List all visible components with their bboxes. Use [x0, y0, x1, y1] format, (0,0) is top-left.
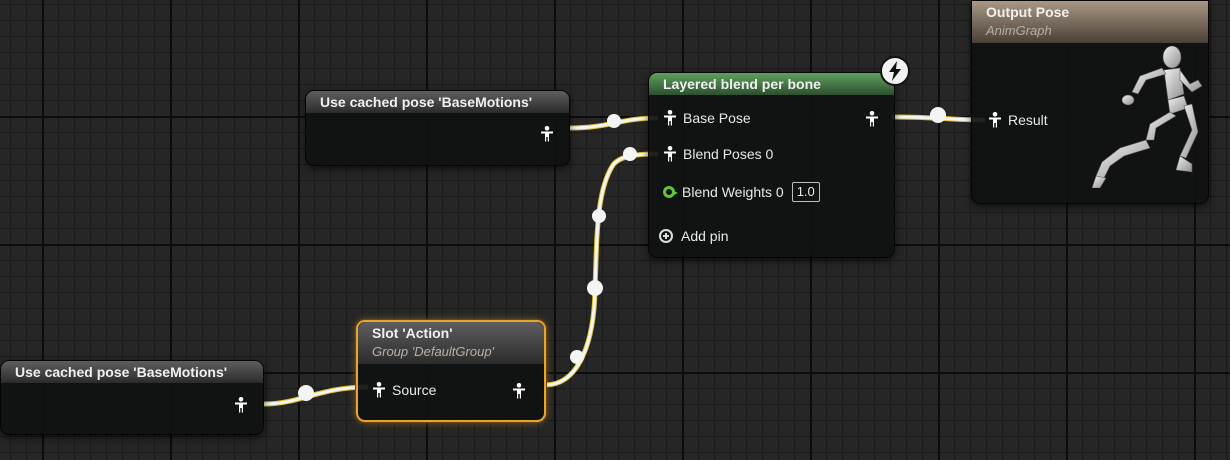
- pose-output-pin-icon[interactable]: [512, 383, 526, 399]
- cached-pose-node-bottom[interactable]: Use cached pose 'BaseMotions': [0, 360, 264, 435]
- blend-weights-pin[interactable]: Blend Weights 0 1.0: [663, 182, 820, 202]
- node-title: Output Pose AnimGraph: [972, 1, 1208, 43]
- pose-input-pin-icon[interactable]: [372, 382, 386, 398]
- wire-slot-to-blend-poses[interactable]: [544, 147, 659, 388]
- float-pin-icon[interactable]: [663, 186, 678, 198]
- layered-blend-node[interactable]: Layered blend per bone Base Pose Blend P…: [648, 72, 895, 258]
- wire-cached-bottom-to-slot[interactable]: [263, 384, 369, 407]
- add-pin-label: Add pin: [681, 228, 729, 244]
- node-title: Use cached pose 'BaseMotions': [306, 91, 569, 113]
- output-subtitle: AnimGraph: [986, 23, 1052, 38]
- pin-label: Blend Weights 0: [682, 184, 784, 200]
- pin-label: Blend Poses 0: [683, 146, 774, 162]
- wire-cached-top-to-base-pose[interactable]: [569, 114, 659, 131]
- base-pose-pin[interactable]: Base Pose: [663, 110, 751, 126]
- slot-group-subtitle: Group 'DefaultGroup': [372, 344, 495, 359]
- pose-output-pin-icon[interactable]: [865, 111, 879, 127]
- slot-title: Slot 'Action': [372, 325, 453, 341]
- pin-label: Result: [1008, 112, 1048, 128]
- pose-output-pin-icon[interactable]: [540, 126, 554, 142]
- pose-input-pin-icon[interactable]: [663, 110, 677, 126]
- cached-pose-node-top[interactable]: Use cached pose 'BaseMotions': [305, 90, 570, 166]
- pin-label: Base Pose: [683, 110, 751, 126]
- pose-output-pin-icon[interactable]: [234, 397, 248, 413]
- node-title: Layered blend per bone: [649, 73, 894, 95]
- lightning-icon: [880, 56, 910, 86]
- blend-weight-value-field[interactable]: 1.0: [791, 182, 820, 202]
- blend-poses-pin[interactable]: Blend Poses 0: [663, 146, 773, 162]
- plus-circle-icon: [659, 229, 673, 243]
- pose-input-pin-icon[interactable]: [988, 112, 1002, 128]
- node-title: Use cached pose 'BaseMotions': [1, 361, 263, 383]
- slot-source-pin[interactable]: Source: [372, 382, 436, 398]
- result-pin[interactable]: Result: [988, 112, 1048, 128]
- pose-input-pin-icon[interactable]: [663, 146, 677, 162]
- pin-label: Source: [392, 382, 437, 398]
- output-title: Output Pose: [986, 4, 1070, 20]
- slot-node[interactable]: Slot 'Action' Group 'DefaultGroup' Sourc…: [356, 320, 546, 422]
- node-title: Slot 'Action' Group 'DefaultGroup': [358, 322, 544, 364]
- mannequin-icon: [1091, 45, 1203, 188]
- add-pin-button[interactable]: Add pin: [659, 228, 728, 244]
